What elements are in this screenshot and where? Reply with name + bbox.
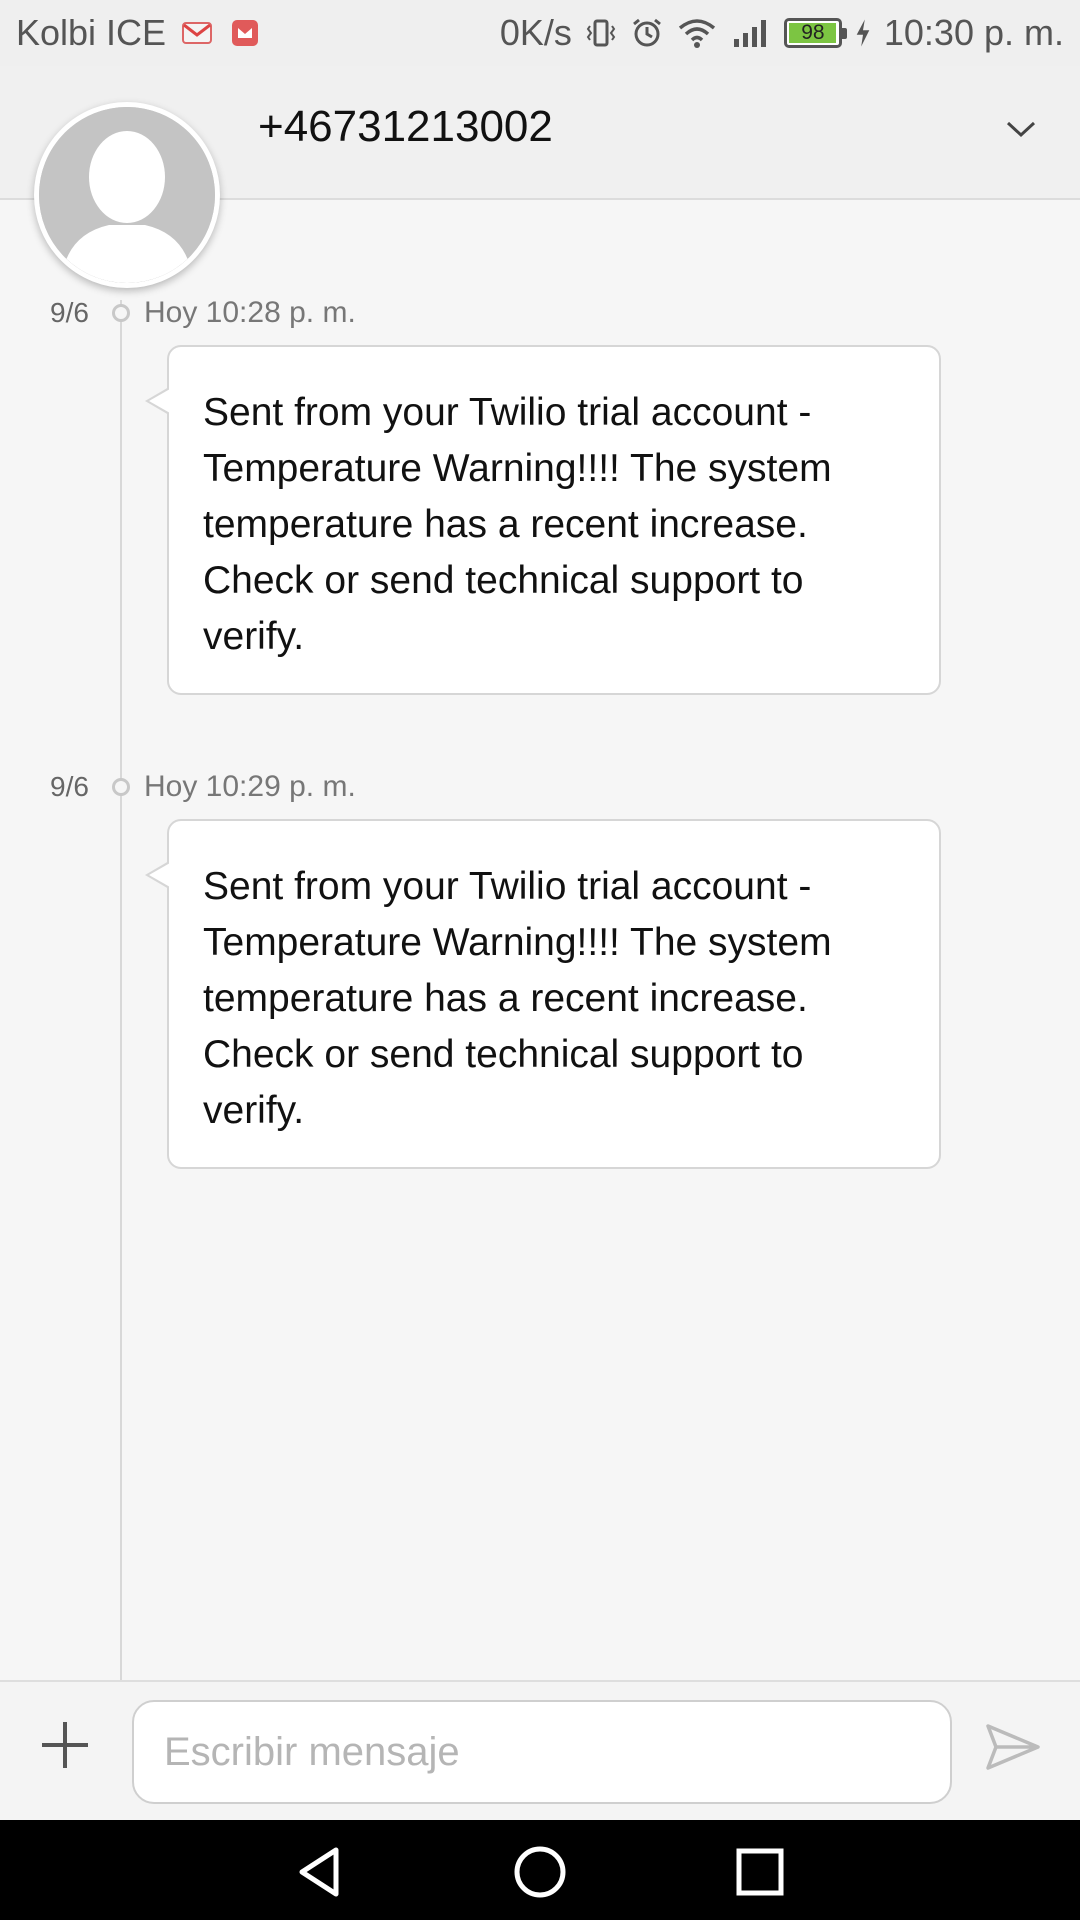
vibrate-icon xyxy=(586,19,616,47)
expand-button[interactable] xyxy=(996,104,1046,154)
plus-icon[interactable] xyxy=(32,1712,98,1778)
contact-number[interactable]: +46731213002 xyxy=(258,102,553,152)
recents-icon[interactable] xyxy=(730,1842,790,1902)
message-bubble[interactable]: Sent from your Twilio trial account - Te… xyxy=(145,345,941,695)
net-speed: 0K/s xyxy=(499,12,572,53)
timeline-dot xyxy=(112,304,130,322)
chevron-down-icon xyxy=(1006,121,1036,138)
avatar[interactable] xyxy=(34,102,220,288)
person-silhouette-icon xyxy=(39,107,215,283)
gmail-icon xyxy=(182,22,213,44)
carrier-name: Kolbi ICE xyxy=(16,12,167,53)
message-date: 9/6 xyxy=(50,771,89,802)
message-input[interactable] xyxy=(132,1700,952,1804)
status-time: 10:30 p. m. xyxy=(883,12,1064,53)
message-composer xyxy=(0,1680,1080,1822)
notification-app-icon xyxy=(232,20,259,46)
battery-icon: 98 xyxy=(783,18,847,48)
charging-icon xyxy=(856,19,870,47)
message-bubble[interactable]: Sent from your Twilio trial account - Te… xyxy=(145,819,941,1169)
battery-level: 98 xyxy=(801,21,825,44)
signal-icon xyxy=(733,20,766,47)
timeline-line xyxy=(120,300,122,1680)
message-date: 9/6 xyxy=(50,297,89,328)
send-icon[interactable] xyxy=(982,1716,1044,1778)
wifi-icon xyxy=(678,19,716,48)
status-bar: Kolbi ICE 0K/s 98 10:30 p. m. xyxy=(0,0,1080,66)
message-time: Hoy 10:28 p. m. xyxy=(144,296,356,329)
message-time: Hoy 10:29 p. m. xyxy=(144,770,356,803)
navigation-bar xyxy=(0,1820,1080,1920)
timeline-dot xyxy=(112,778,130,796)
back-icon[interactable] xyxy=(290,1842,350,1902)
alarm-icon xyxy=(632,18,661,47)
home-icon[interactable] xyxy=(510,1842,570,1902)
